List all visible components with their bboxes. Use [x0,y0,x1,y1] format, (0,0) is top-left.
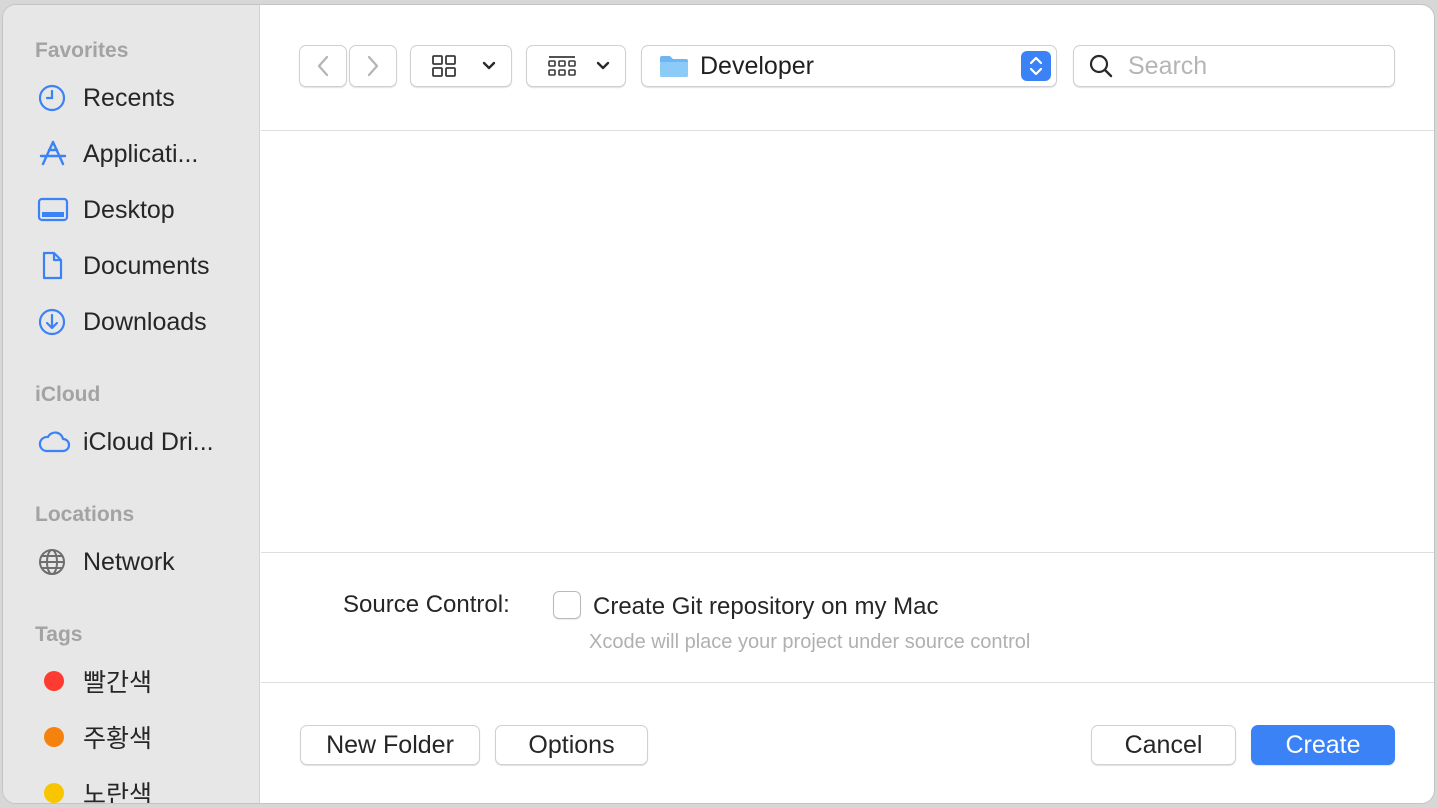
sidebar-item-label: 주황색 [83,725,153,753]
new-folder-button[interactable]: New Folder [300,725,480,765]
sidebar-item-label: Downloads [83,307,207,336]
chevron-down-icon [482,61,496,70]
group-by-button[interactable] [526,45,626,87]
git-repository-hint: Xcode will place your project under sour… [589,631,1031,653]
group-view-icon [548,56,576,76]
sidebar-item-documents[interactable]: Documents [37,246,247,286]
forward-button[interactable] [349,45,397,87]
stepper-icon [1021,51,1051,81]
grid-view-icon [432,55,456,77]
sidebar-item-recents[interactable]: Recents [37,78,247,118]
git-repository-checkbox[interactable] [553,591,581,619]
chevron-right-icon [367,55,379,77]
sidebar-item-desktop[interactable]: Desktop [37,190,247,230]
view-mode-button[interactable] [410,45,512,87]
sidebar-section-icloud: iCloud [35,383,101,406]
sidebar-section-locations: Locations [35,503,135,526]
search-field[interactable] [1073,45,1395,87]
sidebar-section-favorites: Favorites [35,39,129,62]
chevron-down-icon [596,61,610,70]
sidebar-tag-red[interactable]: 빨간색 [37,661,247,701]
cloud-icon [37,426,71,458]
options-button[interactable]: Options [495,725,648,765]
toolbar: Developer [261,5,1434,131]
sidebar-item-label: Applicati... [83,139,199,168]
sidebar-tag-yellow[interactable]: 노란색 [37,773,247,804]
sidebar-item-applications[interactable]: Applicati... [37,134,247,174]
sidebar-item-label: iCloud Dri... [83,427,214,456]
cancel-button[interactable]: Cancel [1091,725,1236,765]
tag-color-dot [44,783,64,803]
file-browser[interactable] [261,131,1434,553]
sidebar-item-label: Documents [83,251,210,280]
sidebar-item-label: Recents [83,83,175,112]
desktop-icon [37,194,71,226]
create-button[interactable]: Create [1251,725,1395,765]
sidebar-item-network[interactable]: Network [37,542,247,582]
sidebar-section-tags: Tags [35,623,83,646]
globe-icon [37,546,71,578]
sidebar-item-label: Desktop [83,195,175,224]
sidebar-item-label: 노란색 [83,781,153,804]
chevron-left-icon [317,55,329,77]
back-button[interactable] [299,45,347,87]
sidebar-item-label: Network [83,547,175,576]
git-repository-label[interactable]: Create Git repository on my Mac [593,593,938,621]
save-dialog: Favorites Recents Applicati... Desktop D… [2,4,1435,804]
path-label: Developer [700,51,814,80]
tag-color-dot [44,671,64,691]
search-input[interactable] [1128,51,1368,81]
search-icon [1089,54,1113,78]
sidebar-tag-orange[interactable]: 주황색 [37,717,247,757]
download-icon [37,306,71,338]
sidebar: Favorites Recents Applicati... Desktop D… [3,5,260,803]
clock-icon [37,82,71,114]
path-popup-button[interactable]: Developer [641,45,1057,87]
options-area: Source Control: Create Git repository on… [261,553,1434,683]
sidebar-item-label: 빨간색 [83,669,153,697]
tag-color-dot [44,727,64,747]
sidebar-item-icloud-drive[interactable]: iCloud Dri... [37,422,247,462]
source-control-label: Source Control: [343,591,510,618]
sidebar-item-downloads[interactable]: Downloads [37,302,247,342]
document-icon [37,250,71,282]
applications-icon [37,138,71,170]
folder-icon [660,56,688,77]
